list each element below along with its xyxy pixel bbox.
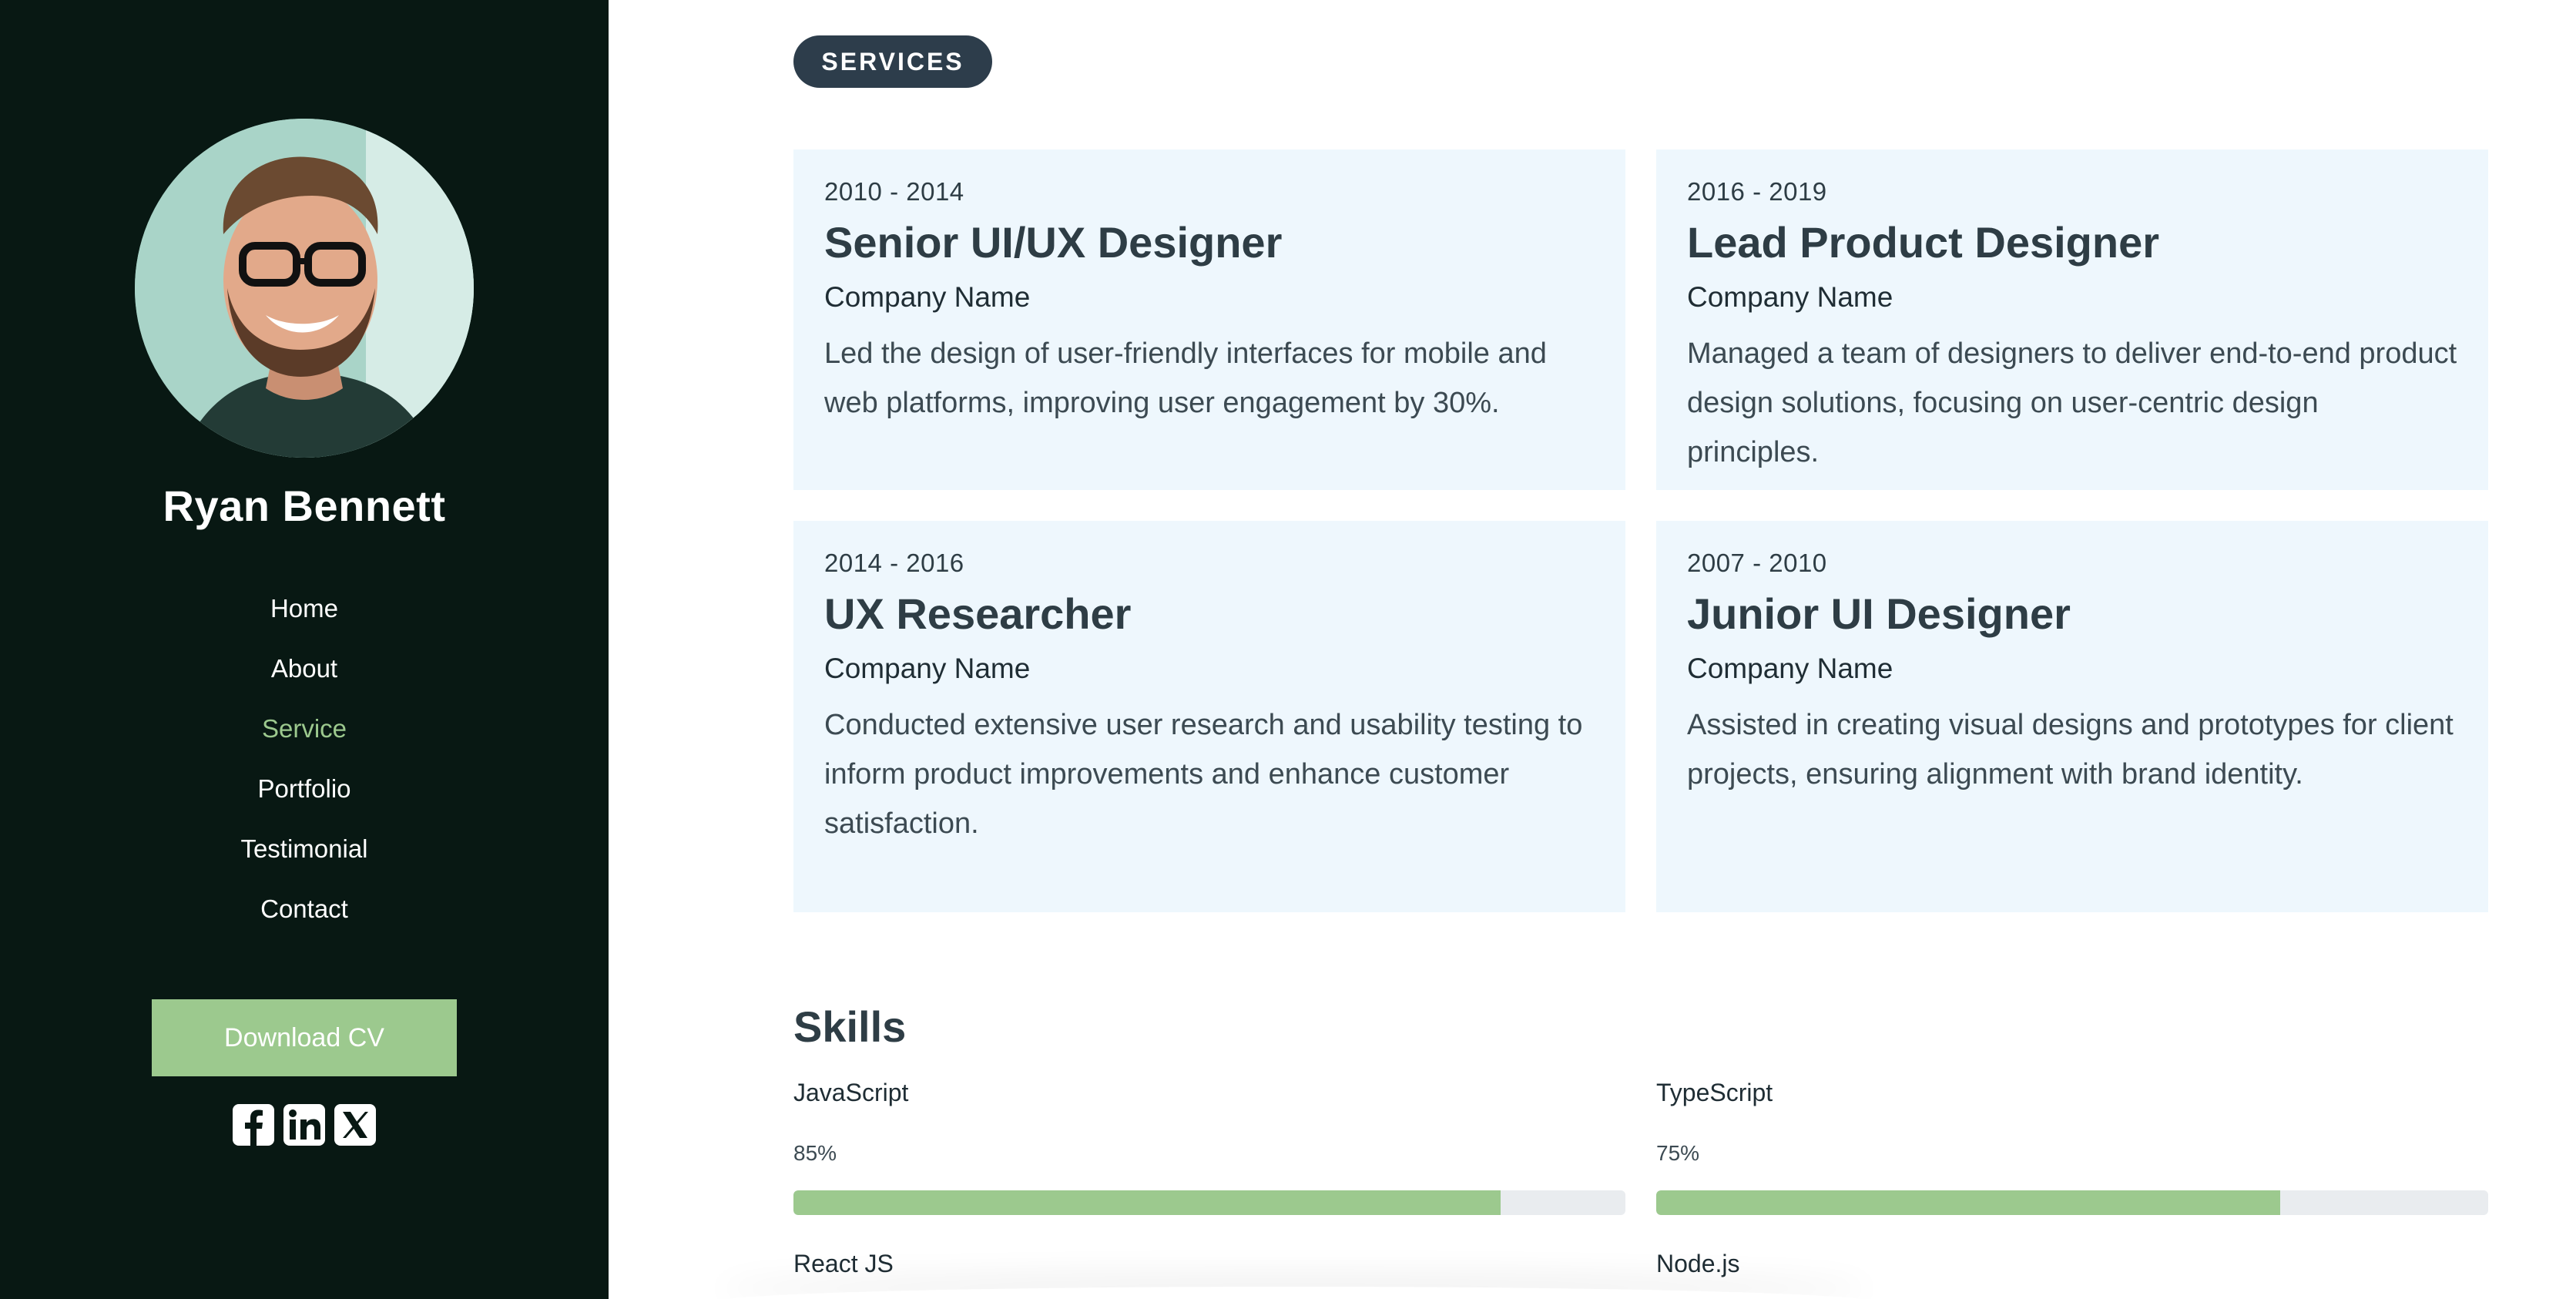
skills-title: Skills	[793, 1002, 907, 1051]
sidebar: Ryan Bennett Home About Service Portfoli…	[0, 0, 609, 1299]
main-nav: Home About Service Portfolio Testimonial…	[240, 579, 367, 939]
experience-card: 2016 - 2019 Lead Product Designer Compan…	[1656, 149, 2488, 490]
card-title: Lead Product Designer	[1687, 218, 2160, 267]
experience-card: 2007 - 2010 Junior UI Designer Company N…	[1656, 521, 2488, 912]
avatar	[135, 119, 474, 458]
card-description: Managed a team of designers to deliver e…	[1687, 337, 2457, 468]
skill-name: Node.js	[1656, 1250, 1740, 1277]
card-date: 2010 - 2014	[824, 177, 964, 206]
skill-name: React JS	[793, 1250, 894, 1277]
skill-progress-track	[1656, 1190, 2488, 1215]
card-description: Led the design of user-friendly interfac…	[824, 337, 1547, 419]
profile-name: Ryan Bennett	[163, 482, 446, 530]
skill-name: JavaScript	[793, 1079, 909, 1106]
linkedin-icon[interactable]	[282, 1103, 327, 1147]
card-title: Junior UI Designer	[1687, 589, 2071, 638]
main-content: SERVICES 2010 - 2014 Senior UI/UX Design…	[793, 0, 2488, 1299]
card-company: Company Name	[824, 653, 1031, 684]
skill-progress-fill	[1656, 1190, 2280, 1215]
nav-item-home[interactable]: Home	[270, 579, 338, 639]
card-description: Conducted extensive user research and us…	[824, 709, 1583, 840]
nav-item-portfolio[interactable]: Portfolio	[257, 759, 351, 819]
card-company: Company Name	[1687, 653, 1893, 684]
x-icon[interactable]	[333, 1103, 377, 1147]
skill-item: JavaScript 85%	[793, 1079, 1625, 1215]
card-company: Company Name	[1687, 281, 1893, 313]
experience-card: 2010 - 2014 Senior UI/UX Designer Compan…	[793, 149, 1625, 490]
social-links	[231, 1103, 377, 1147]
avatar-portrait	[135, 119, 474, 458]
card-title: Senior UI/UX Designer	[824, 218, 1283, 267]
nav-item-service[interactable]: Service	[262, 699, 347, 759]
nav-item-about[interactable]: About	[271, 639, 337, 699]
download-cv-button[interactable]: Download CV	[152, 999, 457, 1076]
nav-item-testimonial[interactable]: Testimonial	[240, 819, 367, 879]
skill-progress-fill	[793, 1190, 1501, 1215]
section-badge: SERVICES	[793, 35, 992, 88]
nav-item-contact[interactable]: Contact	[260, 879, 348, 939]
card-title: UX Researcher	[824, 589, 1132, 638]
card-date: 2016 - 2019	[1687, 177, 1827, 206]
card-company: Company Name	[824, 281, 1031, 313]
skill-name: TypeScript	[1656, 1079, 1773, 1106]
card-date: 2014 - 2016	[824, 549, 964, 577]
skill-progress-track	[793, 1190, 1625, 1215]
skill-item: TypeScript 75%	[1656, 1079, 2488, 1215]
experience-card: 2014 - 2016 UX Researcher Company Name C…	[793, 521, 1625, 912]
skill-percent: 75%	[1656, 1141, 1700, 1165]
facebook-icon[interactable]	[231, 1103, 276, 1147]
card-description: Assisted in creating visual designs and …	[1687, 709, 2454, 790]
skill-percent: 85%	[793, 1141, 837, 1165]
card-date: 2007 - 2010	[1687, 549, 1827, 577]
